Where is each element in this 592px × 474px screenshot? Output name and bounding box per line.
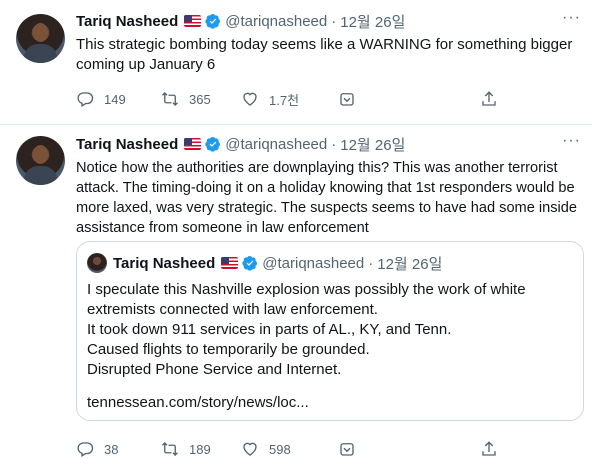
retweet-icon (162, 442, 178, 456)
retweet-button[interactable]: 189 (161, 440, 211, 458)
like-button[interactable]: 598 (241, 440, 291, 458)
avatar[interactable] (16, 14, 65, 63)
tweet-date[interactable]: 12월 26일 (340, 134, 405, 155)
like-count: 598 (269, 441, 291, 457)
verified-badge-icon (242, 256, 258, 271)
tweet[interactable]: Tariq Nasheed @tariqnasheed · 12월 26일 ··… (0, 0, 592, 125)
extension-button[interactable] (338, 440, 356, 458)
quoted-text-line: extremists connected with law enforcemen… (87, 301, 378, 318)
author-handle[interactable]: @tariqnasheed (225, 136, 327, 153)
tweet-text: Notice how the authorities are downplayi… (76, 160, 582, 236)
extension-icon (340, 93, 354, 106)
tweet-date[interactable]: 12월 26일 (340, 11, 405, 32)
extension-icon (340, 443, 354, 456)
separator: · (331, 135, 337, 153)
author-name[interactable]: Tariq Nasheed (76, 136, 178, 153)
avatar[interactable] (16, 136, 65, 185)
verified-badge-icon (205, 14, 221, 29)
retweet-count: 365 (189, 91, 211, 107)
avatar (87, 253, 107, 273)
tweet-header: Tariq Nasheed @tariqnasheed · 12월 26일 (76, 10, 580, 32)
quoted-tweet-text: I speculate this Nashville explosion was… (87, 280, 573, 380)
share-icon (482, 441, 496, 456)
reply-button[interactable]: 38 (76, 440, 118, 458)
more-icon[interactable]: ··· (562, 10, 580, 30)
share-button[interactable] (480, 440, 498, 458)
tweet-header: Tariq Nasheed @tariqnasheed · 12월 26일 (76, 133, 580, 155)
like-icon (243, 442, 257, 456)
quoted-author-handle: @tariqnasheed (262, 254, 365, 272)
like-icon (243, 92, 257, 106)
tweet-text: This strategic bombing today seems like … (76, 36, 577, 73)
tweet-actions: 149 365 1.7천 (76, 88, 580, 110)
quoted-text-line: I speculate this Nashville explosion was… (87, 281, 526, 298)
tweet[interactable]: Tariq Nasheed @tariqnasheed · 12월 26일 ··… (0, 125, 592, 474)
quoted-tweet[interactable]: Tariq Nasheed @tariqnasheed · 12월 26일 I … (76, 241, 584, 421)
quoted-tweet-link[interactable]: tennessean.com/story/news/loc... (87, 394, 309, 411)
reply-button[interactable]: 149 (76, 90, 126, 108)
reply-icon (77, 92, 94, 107)
more-icon[interactable]: ··· (562, 133, 580, 153)
reply-icon (77, 442, 94, 457)
quoted-text-line: Caused flights to temporarily be grounde… (87, 341, 370, 358)
quoted-text-line: Disrupted Phone Service and Internet. (87, 361, 342, 378)
tweet-actions: 38 189 598 (76, 438, 580, 460)
verified-badge-icon (205, 137, 221, 152)
us-flag-icon (221, 257, 239, 269)
like-button[interactable]: 1.7천 (241, 90, 299, 109)
quoted-tweet-header: Tariq Nasheed @tariqnasheed · 12월 26일 (87, 252, 442, 274)
retweet-button[interactable]: 365 (161, 90, 211, 108)
share-button[interactable] (480, 90, 498, 108)
like-count: 1.7천 (269, 92, 300, 108)
quoted-author-name: Tariq Nasheed (113, 254, 216, 272)
extension-button[interactable] (338, 90, 356, 108)
reply-count: 149 (104, 91, 126, 107)
author-handle[interactable]: @tariqnasheed (225, 13, 327, 30)
quoted-tweet-date: 12월 26일 (377, 255, 443, 273)
reply-count: 38 (104, 441, 119, 457)
retweet-icon (162, 92, 178, 106)
share-icon (482, 91, 496, 106)
retweet-count: 189 (189, 441, 211, 457)
separator: · (331, 12, 337, 30)
separator: · (368, 254, 374, 272)
us-flag-icon (184, 15, 202, 27)
quoted-text-line: It took down 911 services in parts of AL… (87, 321, 452, 338)
author-name[interactable]: Tariq Nasheed (76, 13, 178, 30)
us-flag-icon (184, 138, 202, 150)
